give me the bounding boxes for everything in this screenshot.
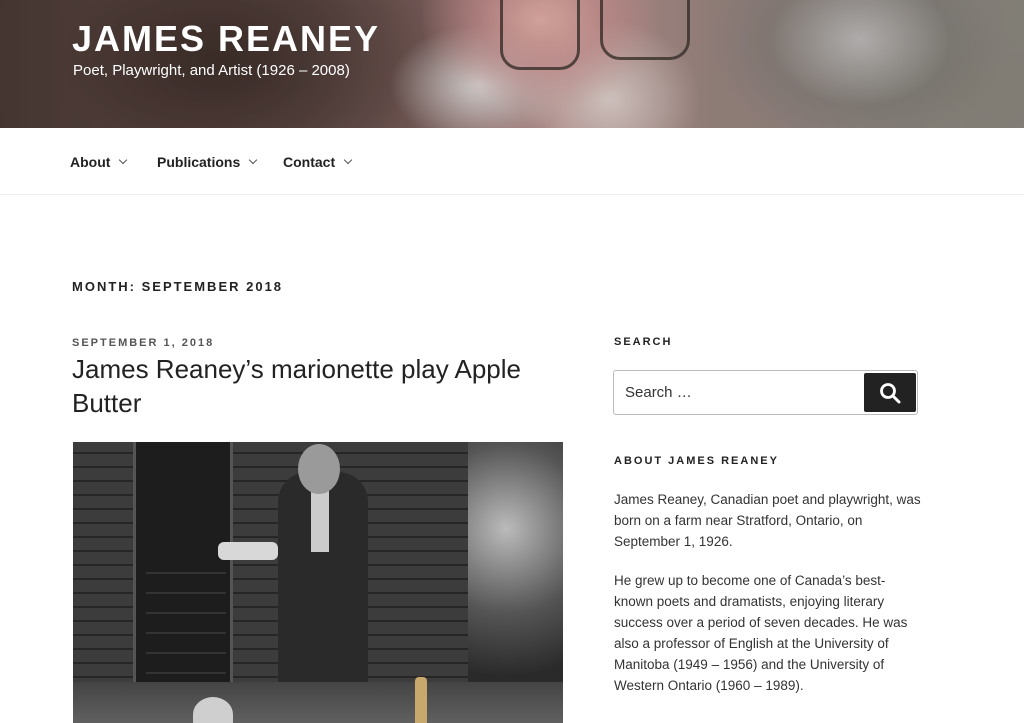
- search-widget-title: SEARCH: [614, 336, 673, 348]
- main-navigation: About Publications Contact: [0, 128, 1024, 195]
- nav-item-label: Contact: [283, 154, 336, 170]
- about-paragraph: He grew up to become one of Canada’s bes…: [614, 573, 908, 693]
- image-man-head: [298, 444, 340, 494]
- site-header: JAMES REANEY Poet, Playwright, and Artis…: [0, 0, 1024, 128]
- image-bush: [468, 442, 563, 723]
- post-featured-image[interactable]: [73, 442, 563, 723]
- nav-item-publications[interactable]: Publications: [157, 154, 258, 170]
- image-bottle: [415, 677, 427, 723]
- image-door: [133, 442, 233, 723]
- search-input[interactable]: [614, 371, 862, 414]
- about-widget-title: ABOUT JAMES REANEY: [614, 455, 779, 467]
- search-button[interactable]: [864, 373, 916, 412]
- post-date[interactable]: SEPTEMBER 1, 2018: [72, 337, 214, 349]
- about-paragraph: James Reaney, Canadian poet and playwrig…: [614, 492, 921, 549]
- nav-item-label: About: [70, 154, 111, 170]
- nav-item-about[interactable]: About: [70, 154, 128, 170]
- post-title[interactable]: James Reaney’s marionette play Apple But…: [72, 352, 552, 420]
- nav-item-label: Publications: [157, 154, 241, 170]
- search-icon: [880, 383, 901, 404]
- chevron-down-icon: [248, 155, 258, 165]
- nav-item-contact[interactable]: Contact: [283, 154, 353, 170]
- archive-title: MONTH: SEPTEMBER 2018: [72, 279, 284, 294]
- chevron-down-icon: [343, 155, 353, 165]
- search-form: [613, 370, 918, 415]
- site-title[interactable]: JAMES REANEY: [72, 18, 380, 60]
- image-marionette-control: [218, 542, 278, 560]
- chevron-down-icon: [119, 155, 128, 165]
- image-ground: [73, 682, 563, 723]
- site-tagline: Poet, Playwright, and Artist (1926 – 200…: [73, 62, 350, 79]
